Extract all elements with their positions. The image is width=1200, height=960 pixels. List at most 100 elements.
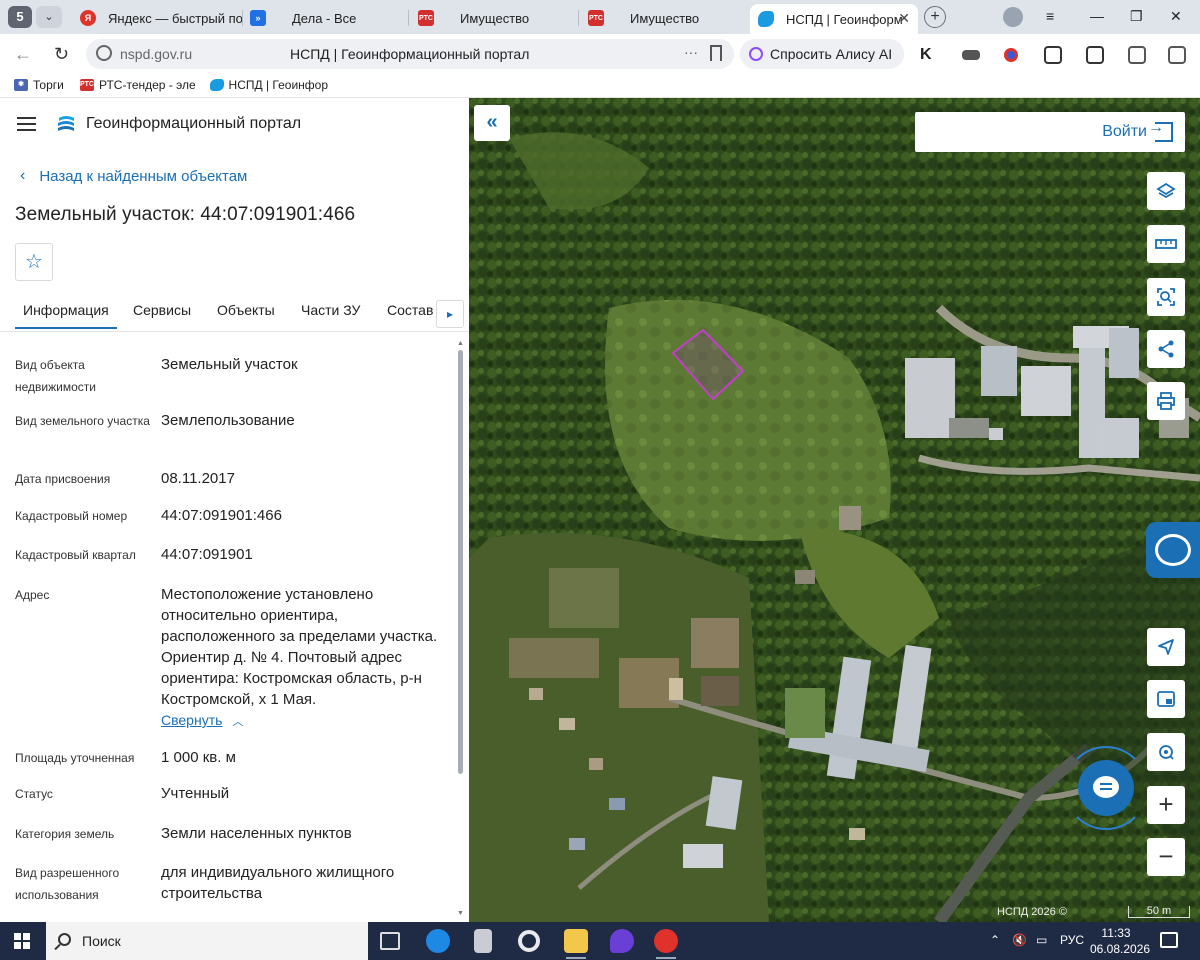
tab-services[interactable]: Сервисы: [133, 302, 191, 318]
browser-tab-tasks[interactable]: » Дела - Все: [242, 4, 408, 32]
scroll-up-arrow-icon[interactable]: ▲: [457, 340, 464, 347]
zoom-out-minus-icon[interactable]: −: [1147, 838, 1185, 876]
collapse-panel-double-chevron-icon[interactable]: «: [474, 105, 510, 141]
attribute-value: 08.11.2017: [161, 470, 235, 487]
bookmark-nspd[interactable]: НСПД | Геоинфор: [210, 78, 328, 92]
collections-icon[interactable]: [1086, 46, 1104, 64]
login-arrow-icon: →: [1148, 119, 1164, 136]
tab-label: Яндекс — быстрый по: [108, 10, 242, 26]
rts-icon: РТС: [80, 79, 94, 91]
feedback-side-tab-icon[interactable]: [1146, 522, 1200, 578]
bookmark-icon[interactable]: [710, 45, 722, 61]
minimap-icon[interactable]: [1147, 680, 1185, 718]
attribute-label: Вид земельного участка: [15, 414, 150, 428]
profile-avatar-icon[interactable]: [1003, 7, 1023, 27]
calculator-icon[interactable]: [474, 929, 492, 953]
browser-tab-nspd[interactable]: НСПД | Геоинформ ✕: [750, 4, 918, 34]
location-search-icon[interactable]: [1147, 733, 1185, 771]
close-window-icon[interactable]: ✕: [1170, 8, 1182, 25]
attribute-value: Земельный участок: [161, 356, 298, 373]
attribute-label: Кадастровый квартал: [15, 548, 136, 562]
login-button[interactable]: Войти →: [915, 112, 1185, 152]
menu-hamburger-icon[interactable]: [17, 117, 36, 131]
browser-tab-strip: 5 ⌄ Я Яндекс — быстрый по » Дела - Все Р…: [0, 0, 1200, 34]
yandex-browser-icon[interactable]: [654, 929, 678, 959]
search-label: Поиск: [82, 933, 121, 949]
system-clock[interactable]: 11:33 06.08.2026: [1090, 925, 1151, 957]
restore-icon[interactable]: ❐: [1130, 8, 1143, 25]
object-tabs: Информация Сервисы Объекты Части ЗУ Сост…: [0, 296, 469, 332]
address-bar: ← ↻ nspd.gov.ru НСПД | Геоинформационный…: [0, 34, 1200, 74]
input-language[interactable]: РУС: [1060, 933, 1084, 947]
tab-parts[interactable]: Части ЗУ: [301, 302, 360, 318]
search-icon: [58, 933, 71, 946]
menu-icon[interactable]: ≡: [1046, 8, 1054, 24]
attribute-value: Учтенный: [161, 785, 230, 802]
collapse-address-link[interactable]: Свернуть ︿: [161, 712, 243, 729]
attribute-value: 44:07:091901:466: [161, 507, 282, 524]
chat-assistant-button[interactable]: [1078, 760, 1134, 816]
scroll-down-arrow-icon[interactable]: ▼: [457, 910, 464, 917]
reload-icon[interactable]: ↻: [54, 44, 69, 65]
attribute-value: Землепользование: [161, 412, 295, 429]
print-icon[interactable]: [1147, 382, 1185, 420]
volume-muted-icon[interactable]: 🔇: [1012, 933, 1027, 947]
new-tab-plus-icon[interactable]: +: [924, 6, 946, 28]
back-arrow-icon[interactable]: ←: [14, 44, 32, 65]
tab-label: Имущество: [630, 10, 700, 26]
bookmark-rts-tender[interactable]: РТС РТС-тендер - эле: [80, 78, 196, 92]
tab-list-chevron-icon[interactable]: ⌄: [36, 6, 62, 28]
tab-counter[interactable]: 5: [8, 6, 32, 28]
task-view-icon[interactable]: [380, 932, 400, 950]
site-security-icon[interactable]: [96, 45, 112, 61]
internet-explorer-icon[interactable]: [426, 929, 450, 953]
extension-k-icon[interactable]: K: [920, 46, 938, 64]
panel-scrollbar-thumb[interactable]: [458, 350, 463, 774]
tray-chevron-up-icon[interactable]: ⌃: [990, 933, 1000, 947]
extensions-puzzle-icon[interactable]: [1044, 46, 1062, 64]
chrome-style-browser-icon[interactable]: [518, 930, 540, 952]
zoom-in-plus-icon[interactable]: +: [1147, 786, 1185, 824]
minimize-icon[interactable]: —: [1090, 8, 1104, 24]
browser-tab-property-2[interactable]: РТС Имущество: [580, 4, 746, 32]
layers-icon[interactable]: [1147, 172, 1185, 210]
file-explorer-icon[interactable]: [564, 929, 588, 959]
tab-label: Имущество: [460, 10, 530, 26]
omnibox[interactable]: nspd.gov.ru НСПД | Геоинформационный пор…: [86, 39, 734, 69]
taskbar-search-box[interactable]: Поиск: [46, 922, 368, 960]
windows-start-icon[interactable]: [14, 933, 30, 949]
alice-label: Спросить Алису AI: [770, 46, 893, 62]
more-dots-icon[interactable]: ···: [684, 44, 698, 60]
notifications-icon[interactable]: [1168, 46, 1186, 64]
tabs-scroll-right-chevron-icon[interactable]: ▸: [436, 300, 464, 328]
extension-hat-icon[interactable]: [962, 50, 980, 60]
downloads-icon[interactable]: [1128, 46, 1146, 64]
tab-objects[interactable]: Объекты: [217, 302, 275, 318]
share-icon[interactable]: [1147, 330, 1185, 368]
add-to-favorites-star-icon[interactable]: ☆: [15, 243, 53, 281]
bookmark-torgi[interactable]: ✾ Торги: [14, 78, 64, 92]
attribute-label: Вид объекта недвижимости: [15, 358, 96, 394]
ask-alice-button[interactable]: Спросить Алису AI: [740, 39, 904, 69]
portal-logo-icon: [58, 116, 74, 131]
browser-tab-yandex[interactable]: Я Яндекс — быстрый по: [72, 4, 242, 32]
attribute-value: Местоположение установлено относительно …: [161, 586, 438, 708]
ruler-icon[interactable]: [1147, 225, 1185, 263]
clock-date: 06.08.2026: [1090, 942, 1151, 956]
chat-bubble-icon: [1093, 776, 1119, 798]
browser-tab-property-1[interactable]: РТС Имущество: [410, 4, 578, 32]
back-to-results-link[interactable]: ‹ Назад к найденным объектам: [20, 167, 247, 185]
torgi-icon: ✾: [14, 79, 28, 91]
area-search-icon[interactable]: [1147, 278, 1185, 316]
url-text[interactable]: nspd.gov.ru: [120, 46, 192, 62]
action-center-icon[interactable]: [1160, 932, 1178, 948]
tab-composition[interactable]: Состав: [387, 302, 433, 318]
close-tab-icon[interactable]: ✕: [898, 10, 910, 27]
extension-record-icon[interactable]: [1004, 48, 1018, 62]
geolocation-arrow-icon[interactable]: [1147, 628, 1185, 666]
page-title-text: НСПД | Геоинформационный портал: [290, 46, 530, 62]
tab-information[interactable]: Информация: [15, 302, 117, 329]
network-icon[interactable]: ▭: [1036, 933, 1047, 947]
drop-app-icon[interactable]: [610, 929, 634, 953]
bookmarks-bar: ✾ Торги РТС РТС-тендер - эле НСПД | Геои…: [0, 74, 1200, 98]
